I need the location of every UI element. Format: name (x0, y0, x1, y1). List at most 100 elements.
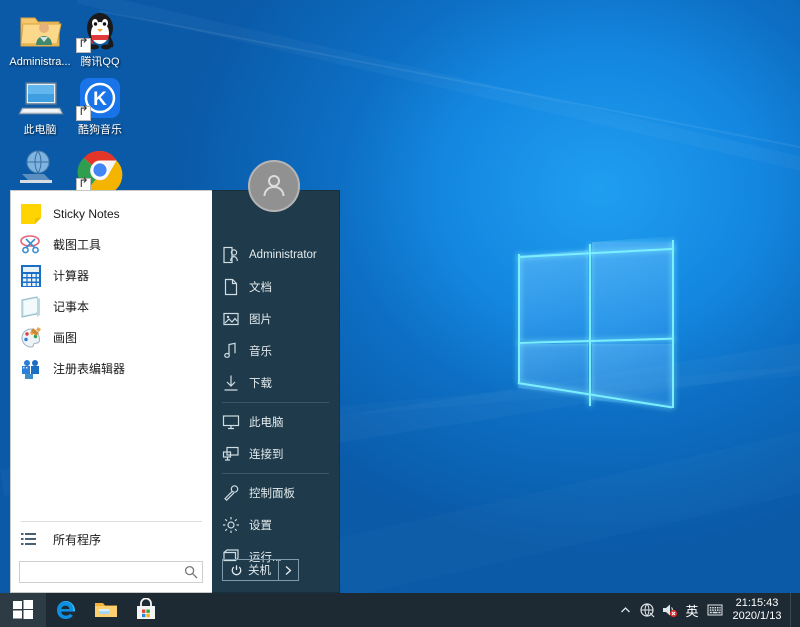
picture-icon (222, 310, 240, 328)
start-button[interactable] (0, 593, 46, 627)
folder-icon (94, 598, 118, 622)
shutdown-row[interactable]: 关机 (222, 559, 299, 581)
start-item-notepad[interactable]: 记事本 (11, 291, 212, 322)
start-right-item-label: 下载 (249, 375, 272, 391)
start-right-item-label: 图片 (249, 311, 272, 327)
kugou-icon: K (76, 74, 124, 122)
connect-icon (222, 445, 240, 463)
person-icon (259, 171, 289, 201)
clock-date: 2020/1/13 (730, 610, 784, 623)
start-right-item-label: 此电脑 (249, 414, 284, 430)
desktop-icon-label: 酷狗音乐 (62, 124, 138, 137)
chrome-icon (76, 146, 124, 194)
shutdown-more-button[interactable] (279, 559, 299, 581)
volume-muted-icon[interactable] (658, 593, 680, 627)
paint-palette-icon (19, 326, 43, 350)
start-right-item-label: Administrator (249, 249, 317, 261)
start-right-item-settings[interactable]: 设置 (212, 509, 339, 541)
shortcut-arrow-icon (76, 38, 91, 53)
wallpaper-ray (77, 0, 800, 188)
desktop-icon-kugou-music[interactable]: K 酷狗音乐 (62, 74, 138, 137)
start-search[interactable] (19, 561, 203, 583)
shortcut-arrow-icon (76, 106, 91, 121)
chevron-right-icon (284, 565, 293, 576)
computer-icon (16, 74, 64, 122)
start-right-item-label: 音乐 (249, 343, 272, 359)
ime-indicator[interactable]: 英 (680, 601, 704, 620)
start-menu-left-panel[interactable]: Sticky Notes 截图工具 (10, 190, 212, 593)
keyboard-icon[interactable] (704, 593, 726, 627)
start-item-paint[interactable]: 画图 (11, 322, 212, 353)
calculator-icon (19, 264, 43, 288)
document-icon (222, 278, 240, 296)
start-right-item-this-pc[interactable]: 此电脑 (212, 406, 339, 438)
search-input[interactable] (19, 561, 203, 583)
start-item-label: 注册表编辑器 (53, 360, 125, 377)
penguin-icon (76, 6, 124, 54)
desktop-icon-label: 腾讯QQ (62, 56, 138, 69)
svg-text:K: K (93, 89, 107, 110)
start-right-item-label: 控制面板 (249, 485, 295, 501)
edge-icon (54, 598, 78, 622)
search-icon (184, 565, 198, 579)
network-globe-icon[interactable] (636, 593, 658, 627)
all-programs-button[interactable]: 所有程序 (11, 526, 212, 552)
clock-time: 21:15:43 (730, 597, 784, 610)
taskbar-app-microsoft-edge[interactable] (46, 593, 86, 627)
divider (222, 402, 329, 403)
monitor-icon (222, 413, 240, 431)
windows-hero-logo-icon (518, 232, 678, 402)
scissors-icon (19, 233, 43, 257)
start-right-item-downloads[interactable]: 下载 (212, 367, 339, 399)
start-item-label: 截图工具 (53, 236, 101, 253)
globe-icon (16, 146, 64, 194)
taskbar-app-file-explorer[interactable] (86, 593, 126, 627)
avatar[interactable] (248, 160, 300, 212)
shutdown-button[interactable]: 关机 (222, 559, 279, 581)
shutdown-label: 关机 (248, 562, 271, 578)
store-icon (134, 598, 158, 622)
taskbar-app-microsoft-store[interactable] (126, 593, 166, 627)
download-icon (222, 374, 240, 392)
start-item-snipping-tool[interactable]: 截图工具 (11, 229, 212, 260)
start-item-label: 计算器 (53, 267, 89, 284)
user-folder-icon (16, 6, 64, 54)
start-right-item-pictures[interactable]: 图片 (212, 303, 339, 335)
notepad-icon (19, 295, 43, 319)
divider (21, 521, 202, 522)
user-badge-icon (222, 246, 240, 264)
desktop-icon-google-chrome[interactable] (62, 146, 138, 196)
start-item-label: 画图 (53, 329, 77, 346)
start-menu-right-panel[interactable]: Administrator 文档 (212, 190, 340, 593)
start-menu[interactable]: Sticky Notes 截图工具 (10, 190, 340, 593)
power-icon (230, 564, 243, 577)
start-right-item-control-panel[interactable]: 控制面板 (212, 477, 339, 509)
windows-logo-icon (13, 600, 33, 620)
music-note-icon (222, 342, 240, 360)
wrench-icon (222, 484, 240, 502)
start-right-item-connect-to[interactable]: 连接到 (212, 438, 339, 470)
desktop[interactable]: Administra... 腾讯QQ (0, 0, 800, 627)
start-item-calculator[interactable]: 计算器 (11, 260, 212, 291)
system-tray[interactable]: 英 21:15:43 (614, 593, 800, 627)
registry-editor-icon (19, 357, 43, 381)
start-right-item-label: 连接到 (249, 446, 284, 462)
start-right-item-label: 文档 (249, 279, 272, 295)
all-programs-label: 所有程序 (53, 531, 101, 548)
desktop-icon-tencent-qq[interactable]: 腾讯QQ (62, 6, 138, 69)
chevron-up-icon[interactable] (614, 593, 636, 627)
start-item-registry-editor[interactable]: 注册表编辑器 (11, 353, 212, 384)
start-right-item-music[interactable]: 音乐 (212, 335, 339, 367)
show-desktop-button[interactable] (790, 593, 796, 627)
clock[interactable]: 21:15:43 2020/1/13 (726, 597, 790, 623)
start-right-item-label: 设置 (249, 517, 272, 533)
start-item-sticky-notes[interactable]: Sticky Notes (11, 198, 212, 229)
divider (222, 473, 329, 474)
sticky-note-icon (19, 202, 43, 226)
taskbar[interactable]: 英 21:15:43 (0, 593, 800, 627)
start-item-label: 记事本 (53, 298, 89, 315)
start-right-item-documents[interactable]: 文档 (212, 271, 339, 303)
gear-icon (222, 516, 240, 534)
wallpaper-ray (330, 414, 800, 598)
start-right-item-administrator[interactable]: Administrator (212, 239, 339, 271)
